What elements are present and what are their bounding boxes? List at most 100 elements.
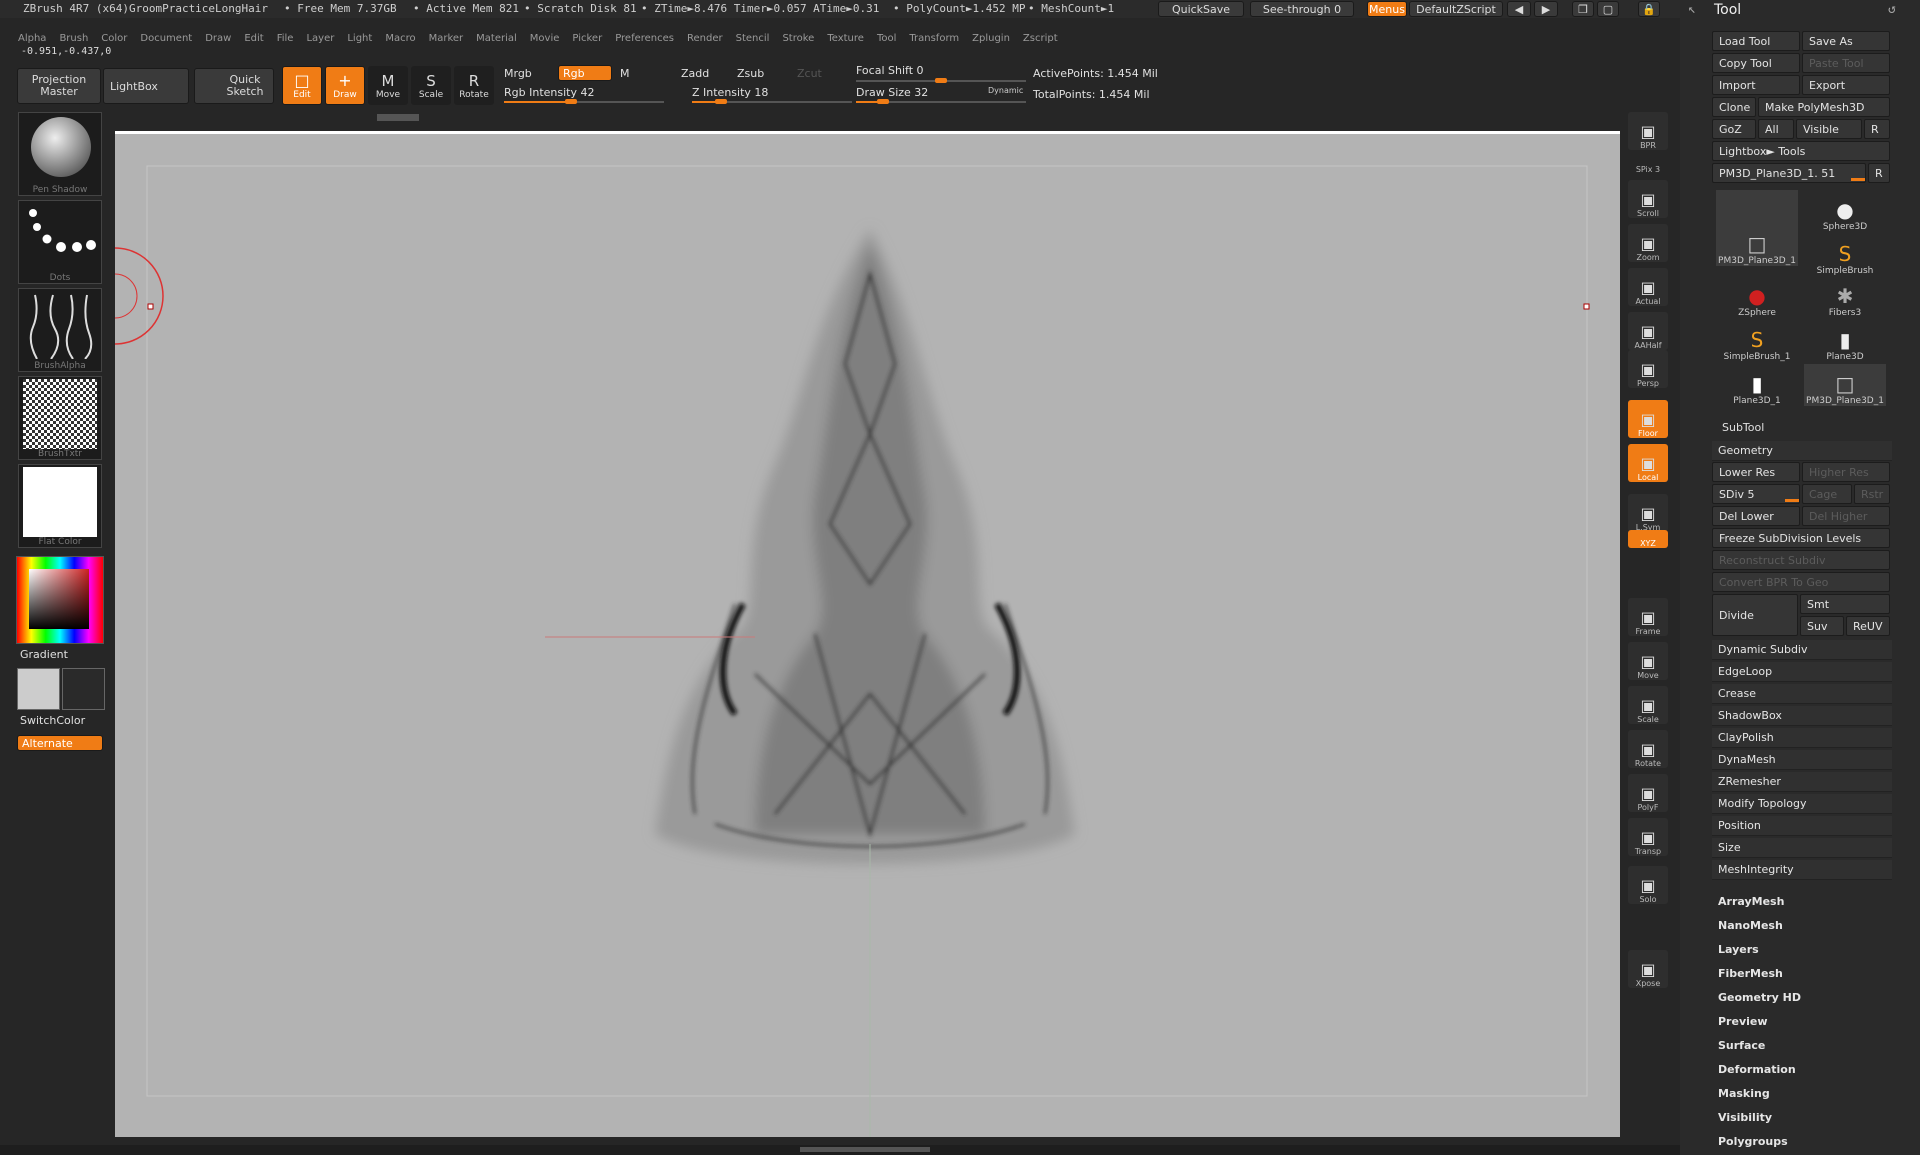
lightbox-tools-button[interactable]: Lightbox► Tools: [1712, 141, 1890, 161]
section-arraymesh[interactable]: ArrayMesh: [1718, 895, 1784, 908]
shelf-polyf-button[interactable]: ▣ PolyF: [1628, 774, 1668, 812]
shelf-solo-button[interactable]: ▣ Solo: [1628, 866, 1668, 904]
rstr-button[interactable]: Rstr: [1854, 484, 1890, 504]
shelf-local-button[interactable]: ▣ Local: [1628, 444, 1668, 482]
tool-thumb-plane3d[interactable]: ▮ Plane3D: [1804, 320, 1886, 362]
del-lower-button[interactable]: Del Lower: [1712, 506, 1800, 526]
geometry-position-section[interactable]: Position: [1712, 816, 1892, 836]
color-saturation-square[interactable]: [29, 569, 89, 629]
goz-button[interactable]: GoZ: [1712, 119, 1756, 139]
edit-button[interactable]: □ Edit: [282, 66, 322, 105]
lower-res-button[interactable]: Lower Res: [1712, 462, 1800, 482]
geometry-meshintegrity-section[interactable]: MeshIntegrity: [1712, 860, 1892, 880]
main-color-swatch[interactable]: [17, 668, 60, 710]
texture-tile[interactable]: BrushTxtr: [18, 376, 102, 460]
tool-thumb-pm3d-plane3d-1[interactable]: □ PM3D_Plane3D_1: [1716, 190, 1798, 266]
material-tile[interactable]: Flat Color: [18, 464, 102, 548]
menu-file[interactable]: File: [277, 33, 294, 44]
geometry-section[interactable]: Geometry: [1712, 441, 1892, 461]
dynamic-button[interactable]: Dynamic: [988, 86, 1023, 95]
save-as-button[interactable]: Save As: [1802, 31, 1890, 51]
export-button[interactable]: Export: [1802, 75, 1890, 95]
menu-tool[interactable]: Tool: [877, 33, 896, 44]
menu-movie[interactable]: Movie: [530, 33, 560, 44]
del-higher-button[interactable]: Del Higher: [1802, 506, 1890, 526]
bottom-tray-handle[interactable]: [800, 1147, 930, 1152]
suv-button[interactable]: Suv: [1800, 616, 1844, 636]
see-through-slider[interactable]: See-through 0: [1250, 1, 1354, 17]
tool-r-button[interactable]: R: [1868, 163, 1890, 183]
menu-light[interactable]: Light: [347, 33, 372, 44]
geometry-modify-topology-section[interactable]: Modify Topology: [1712, 794, 1892, 814]
menu-color[interactable]: Color: [101, 33, 127, 44]
tool-thumb-sphere3d[interactable]: ● Sphere3D: [1804, 190, 1886, 232]
z-intensity-slider[interactable]: [692, 99, 852, 104]
geometry-crease-section[interactable]: Crease: [1712, 684, 1892, 704]
menu-render[interactable]: Render: [687, 33, 723, 44]
gradient-label[interactable]: Gradient: [20, 648, 68, 661]
shelf-l-sym-button[interactable]: ▣ L.Sym: [1628, 494, 1668, 532]
menu-brush[interactable]: Brush: [59, 33, 88, 44]
menu-draw[interactable]: Draw: [205, 33, 231, 44]
section-preview[interactable]: Preview: [1718, 1015, 1768, 1028]
scale-button[interactable]: S Scale: [411, 66, 451, 105]
menu-macro[interactable]: Macro: [385, 33, 415, 44]
divide-button[interactable]: Divide: [1712, 594, 1798, 636]
m-button[interactable]: M: [620, 67, 630, 80]
paste-tool-button[interactable]: Paste Tool: [1802, 53, 1890, 73]
menu-zplugin[interactable]: Zplugin: [972, 33, 1010, 44]
shelf-xyz-button[interactable]: XYZ: [1628, 530, 1668, 548]
menu-texture[interactable]: Texture: [827, 33, 864, 44]
geometry-edgeloop-section[interactable]: EdgeLoop: [1712, 662, 1892, 682]
default-zscript-button[interactable]: DefaultZScript: [1409, 1, 1503, 17]
shelf-actual-button[interactable]: ▣ Actual: [1628, 268, 1668, 306]
draw-button[interactable]: + Draw: [325, 66, 365, 105]
alpha-tile[interactable]: BrushAlpha: [18, 288, 102, 372]
menu-picker[interactable]: Picker: [572, 33, 602, 44]
draw-size-slider[interactable]: [856, 99, 1026, 104]
secondary-color-swatch[interactable]: [62, 668, 105, 710]
stroke-tile[interactable]: Dots: [18, 200, 102, 284]
reuv-button[interactable]: ReUV: [1846, 616, 1890, 636]
shelf-move-button[interactable]: ▣ Move: [1628, 642, 1668, 680]
shelf-floor-button[interactable]: ▣ Floor: [1628, 400, 1668, 438]
lock-icon[interactable]: 🔒: [1638, 1, 1660, 17]
quicksave-button[interactable]: QuickSave: [1158, 1, 1244, 17]
convert-bpr-button[interactable]: Convert BPR To Geo: [1712, 572, 1890, 592]
geometry-dynamic-subdiv-section[interactable]: Dynamic Subdiv: [1712, 640, 1892, 660]
shelf-scroll-button[interactable]: ▣ Scroll: [1628, 180, 1668, 218]
tool-panel-reset-icon[interactable]: ↺: [1888, 2, 1896, 17]
menu-alpha[interactable]: Alpha: [18, 33, 46, 44]
section-deformation[interactable]: Deformation: [1718, 1063, 1796, 1076]
geometry-size-section[interactable]: Size: [1712, 838, 1892, 858]
smt-button[interactable]: Smt: [1800, 594, 1890, 614]
tool-thumb-fibers3[interactable]: ✱ Fibers3: [1804, 276, 1886, 318]
geometry-zremesher-section[interactable]: ZRemesher: [1712, 772, 1892, 792]
focal-shift-slider[interactable]: [856, 78, 1026, 83]
section-fibermesh[interactable]: FiberMesh: [1718, 967, 1783, 980]
section-visibility[interactable]: Visibility: [1718, 1111, 1772, 1124]
menu-zscript[interactable]: Zscript: [1023, 33, 1058, 44]
rotate-button[interactable]: R Rotate: [454, 66, 494, 105]
shelf-frame-button[interactable]: ▣ Frame: [1628, 598, 1668, 636]
color-picker[interactable]: [16, 556, 104, 644]
shelf-transp-button[interactable]: ▣ Transp: [1628, 818, 1668, 856]
clone-button[interactable]: Clone: [1712, 97, 1756, 117]
geometry-shadowbox-section[interactable]: ShadowBox: [1712, 706, 1892, 726]
section-layers[interactable]: Layers: [1718, 943, 1759, 956]
freeze-subdivision-button[interactable]: Freeze SubDivision Levels: [1712, 528, 1890, 548]
section-geometry-hd[interactable]: Geometry HD: [1718, 991, 1801, 1004]
rgb-intensity-slider[interactable]: [504, 99, 664, 104]
section-polygroups[interactable]: Polygroups: [1718, 1135, 1788, 1148]
menu-stencil[interactable]: Stencil: [736, 33, 770, 44]
lightbox-button[interactable]: LightBox: [103, 68, 189, 104]
menus-button[interactable]: Menus: [1367, 1, 1407, 17]
load-tool-button[interactable]: Load Tool: [1712, 31, 1800, 51]
menu-material[interactable]: Material: [476, 33, 517, 44]
tool-thumb-plane3d-1[interactable]: ▮ Plane3D_1: [1716, 364, 1798, 406]
shelf-rotate-button[interactable]: ▣ Rotate: [1628, 730, 1668, 768]
window-maximize-icon[interactable]: ▢: [1597, 1, 1619, 17]
document-canvas[interactable]: [115, 131, 1620, 1137]
make-polymesh-button[interactable]: Make PolyMesh3D: [1758, 97, 1890, 117]
menu-document[interactable]: Document: [140, 33, 192, 44]
